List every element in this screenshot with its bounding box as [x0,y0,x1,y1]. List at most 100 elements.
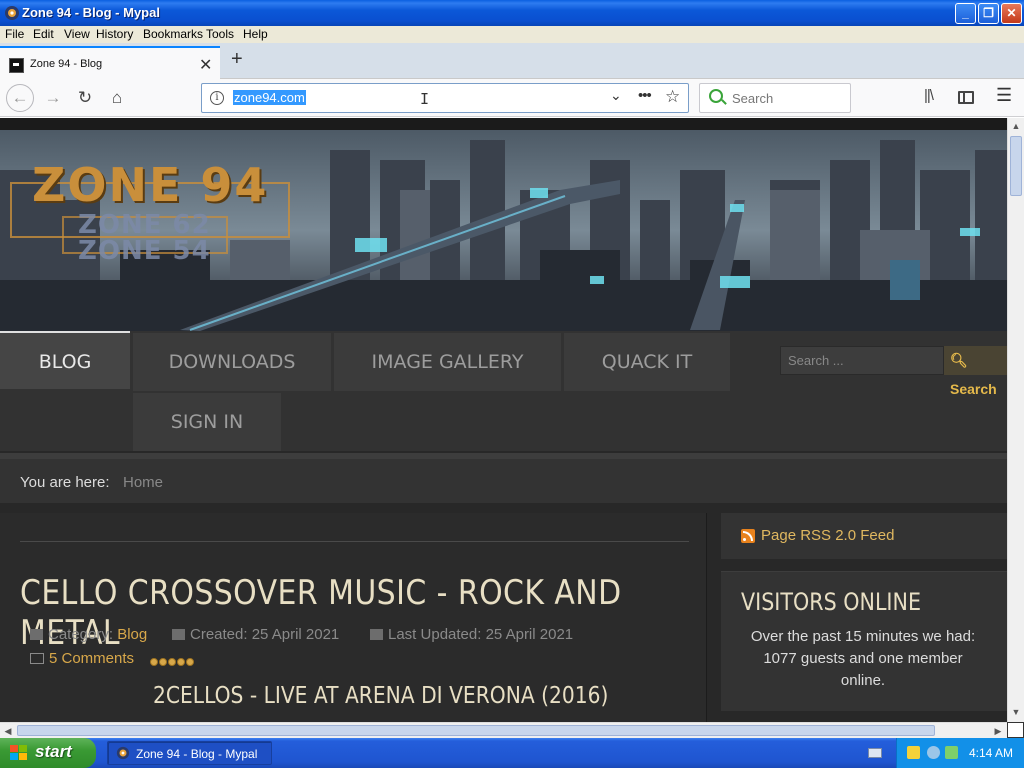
nav-image-gallery[interactable]: IMAGE GALLERY [334,333,561,391]
back-arrow-icon[interactable]: ← [6,84,34,112]
rating-star-icon[interactable] [186,658,194,666]
logo-line3-text: ZONE 54 [78,236,211,266]
keyboard-layout-icon[interactable] [868,748,882,758]
address-bar[interactable]: i zone94.com I ⌄ ••• ☆ [201,83,689,113]
visitors-body: Over the past 15 minutes we had: 1077 gu… [750,628,976,689]
menu-help[interactable]: Help [243,27,268,41]
menu-bookmarks[interactable]: Bookmarks [143,27,203,41]
scroll-left-arrow-icon[interactable]: ◀ [0,723,16,739]
site-navigation: BLOG DOWNLOADS IMAGE GALLERY QUACK IT SI… [0,331,1007,451]
menu-tools[interactable]: Tools [206,27,234,41]
rss-icon [741,529,755,543]
taskbar-item-mypal[interactable]: Zone 94 - Blog - Mypal [107,741,272,765]
rating-star-icon[interactable] [150,658,158,666]
text-cursor-icon: I [420,90,430,108]
network-icon[interactable] [927,746,940,759]
close-tab-icon[interactable]: ✕ [199,55,212,75]
chevron-down-icon[interactable]: ⌄ [610,87,622,104]
rss-label: Page RSS 2.0 Feed [761,527,895,544]
menu-view[interactable]: View [64,27,90,41]
menu-edit[interactable]: Edit [33,27,54,41]
nav-sign-in[interactable]: SIGN IN [133,393,281,451]
rating-star-icon[interactable] [159,658,167,666]
minimize-button[interactable]: _ [955,3,976,24]
menu-file[interactable]: File [5,27,24,41]
updated-date: Last Updated: 25 April 2021 [388,626,574,643]
site-info-icon[interactable]: i [210,91,224,105]
maximize-button[interactable]: ❐ [978,3,999,24]
calendar-edit-icon [370,629,383,640]
search-icon: 🔍︎ [950,352,968,368]
scroll-up-arrow-icon[interactable]: ▲ [1008,118,1024,135]
visitors-online-widget: VISITORS ONLINE Over the past 15 minutes… [721,571,1007,711]
rating-star-icon[interactable] [168,658,176,666]
breadcrumb-home: Home [123,474,164,491]
menu-bar: File Edit View History Bookmarks Tools H… [0,26,1024,43]
home-icon[interactable]: ⌂ [105,86,129,110]
comments-link[interactable]: 5 Comments [30,650,134,667]
navigation-toolbar: ← → ↻ ⌂ i zone94.com I ⌄ ••• ☆ Search ||… [0,79,1024,117]
nav-blog[interactable]: BLOG [0,331,130,389]
mypal-app-icon [5,6,19,20]
blog-article: CELLO CROSSOVER MUSIC - ROCK AND METAL C… [0,513,707,722]
site-search-button-label: Search [950,381,997,397]
category-link[interactable]: Blog [117,626,147,643]
menu-history[interactable]: History [96,27,133,41]
rss-feed-link[interactable]: Page RSS 2.0 Feed [721,513,1007,559]
horizontal-scroll-thumb[interactable] [17,725,935,736]
forward-arrow-icon[interactable]: → [41,86,65,110]
article-divider [20,541,689,542]
scroll-right-arrow-icon[interactable]: ▶ [990,723,1006,739]
site-search-input[interactable]: Search ... [780,346,944,375]
address-url-text[interactable]: zone94.com [233,90,306,105]
nav-quack-it[interactable]: QUACK IT [564,333,730,391]
tab-title: Zone 94 - Blog [30,58,103,70]
comments-count: 5 Comments [49,650,135,667]
library-icon[interactable]: ||\ [924,87,934,104]
search-engine-icon [709,89,723,103]
bookmark-star-icon[interactable]: ☆ [665,87,680,107]
page-actions-ellipsis-icon[interactable]: ••• [638,87,652,104]
site-favicon-icon [9,58,24,73]
comment-icon [30,653,44,664]
created-date: Created: 25 April 2021 [190,626,340,643]
volume-icon[interactable] [945,746,958,759]
system-tray: 4:14 AM [896,738,1024,768]
window-titlebar[interactable]: Zone 94 - Blog - Mypal _ ❐ ✕ [0,0,1024,26]
calendar-icon [172,629,185,640]
header-strip [0,118,1007,130]
rating-star-icon[interactable] [177,658,185,666]
vertical-scroll-thumb[interactable] [1010,136,1022,196]
site-search-button[interactable]: 🔍︎ Search [944,346,1007,397]
vertical-scrollbar[interactable]: ▲ ▼ [1007,118,1024,722]
scroll-down-arrow-icon[interactable]: ▼ [1008,704,1024,721]
new-tab-plus-icon[interactable]: + [231,48,243,71]
mypal-taskbar-icon [116,746,130,760]
nav-downloads[interactable]: DOWNLOADS [133,333,331,391]
zone94-logo[interactable]: ZONE 94 ZONE 62 ZONE 54 [10,150,310,266]
window-title: Zone 94 - Blog - Mypal [22,5,160,20]
windows-taskbar: start Zone 94 - Blog - Mypal 4:14 AM [0,738,1024,768]
reload-icon[interactable]: ↻ [73,86,97,110]
browser-search-input[interactable]: Search [699,83,851,113]
close-window-button[interactable]: ✕ [1001,3,1022,24]
horizontal-scrollbar[interactable]: ◀ ▶ [0,722,1007,738]
search-placeholder: Search [732,91,774,106]
sidebar-toggle-icon[interactable] [958,91,974,104]
hamburger-menu-icon[interactable]: ☰ [996,85,1012,106]
tab-zone94-blog[interactable]: Zone 94 - Blog ✕ [0,46,220,79]
visitors-title: VISITORS ONLINE [741,588,922,616]
article-subheading: 2CELLOS - LIVE AT ARENA DI VERONA (2016) [153,683,609,709]
taskbar-clock: 4:14 AM [969,746,1014,760]
header-banner-image: ZONE 94 ZONE 62 ZONE 54 [0,130,1007,331]
logo-main-text: ZONE 94 [32,158,269,212]
security-shield-icon[interactable] [907,746,920,759]
web-page: ZONE 94 ZONE 62 ZONE 54 BLOG DOWNLOADS I… [0,118,1007,722]
tab-strip: Zone 94 - Blog ✕ + [0,43,1024,79]
start-button[interactable]: start [0,738,96,768]
breadcrumb: You are here: Home [0,453,1007,503]
scrollbar-corner [1007,722,1024,738]
category-label: Category: [48,626,114,643]
folder-icon [30,629,43,640]
star-rating[interactable] [150,653,195,671]
